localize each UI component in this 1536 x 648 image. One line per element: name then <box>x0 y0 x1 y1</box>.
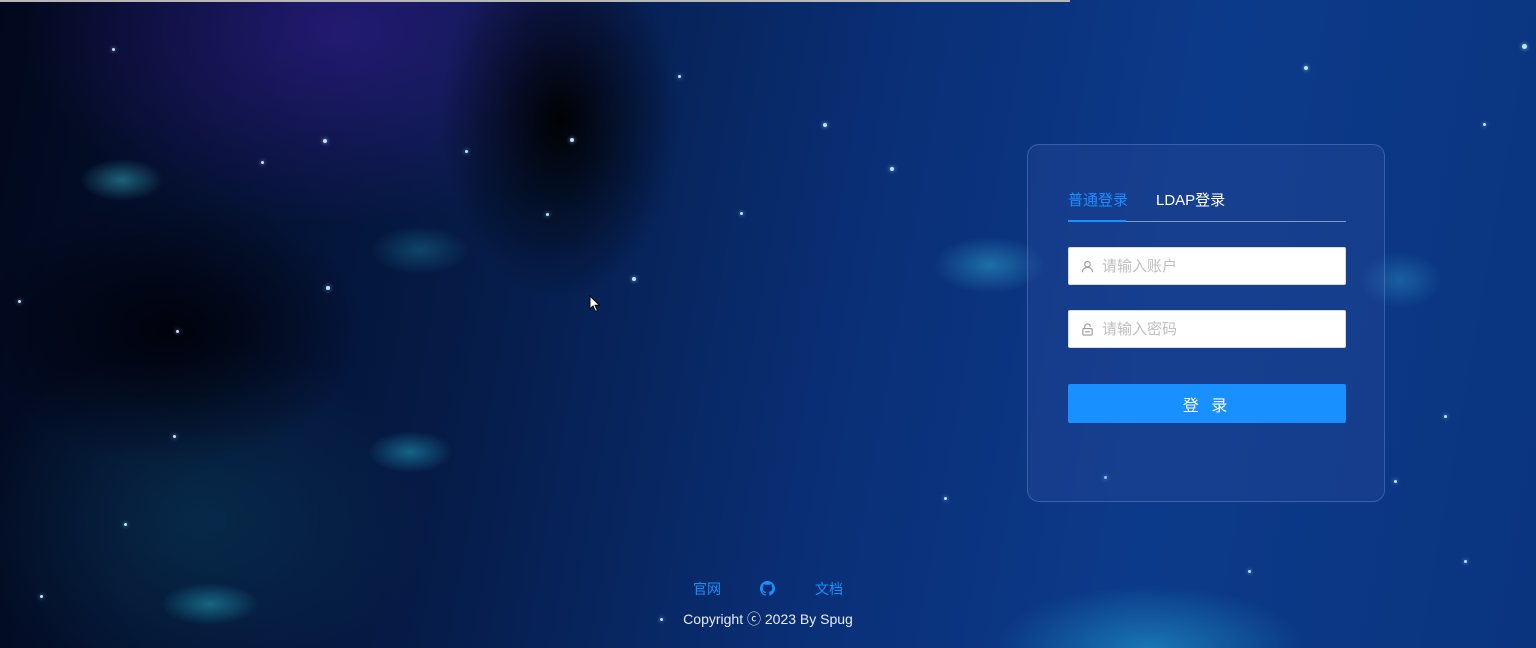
star <box>1304 66 1308 70</box>
tab-ldap-login[interactable]: LDAP登录 <box>1156 189 1225 210</box>
star <box>1444 415 1447 418</box>
star <box>112 48 115 51</box>
github-icon[interactable] <box>760 581 775 596</box>
star <box>1464 560 1467 563</box>
login-tabs: 普通登录 LDAP登录 <box>1068 183 1346 222</box>
lock-icon <box>1080 322 1094 336</box>
star <box>124 523 127 526</box>
docs-link[interactable]: 文档 <box>815 579 843 599</box>
login-card: 普通登录 LDAP登录 登 录 <box>1027 144 1385 502</box>
star <box>326 286 330 290</box>
star <box>740 212 743 215</box>
star <box>570 138 574 142</box>
star <box>261 161 264 164</box>
star <box>632 277 636 281</box>
password-input[interactable] <box>1102 311 1345 347</box>
star <box>546 213 549 216</box>
star <box>465 150 468 153</box>
star <box>173 435 176 438</box>
password-field[interactable] <box>1068 310 1346 348</box>
user-icon <box>1080 259 1094 273</box>
tab-active-indicator <box>1068 220 1126 222</box>
footer-links: 官网 文档 <box>0 579 1536 599</box>
star <box>823 123 827 127</box>
star <box>176 330 179 333</box>
copyright-text: Copyright ⓒ 2023 By Spug <box>683 611 853 627</box>
official-site-link[interactable]: 官网 <box>693 579 721 599</box>
star <box>890 167 894 171</box>
username-input[interactable] <box>1102 248 1345 284</box>
tab-normal-login[interactable]: 普通登录 <box>1068 189 1128 210</box>
star <box>1394 480 1397 483</box>
star <box>1522 44 1527 49</box>
login-button[interactable]: 登 录 <box>1068 384 1346 423</box>
star <box>1248 570 1251 573</box>
star <box>323 139 327 143</box>
top-border-line <box>0 0 1070 2</box>
star <box>18 300 21 303</box>
mouse-cursor-icon <box>589 295 601 313</box>
star <box>678 75 681 78</box>
star <box>1483 123 1486 126</box>
star <box>944 497 947 500</box>
username-field[interactable] <box>1068 247 1346 285</box>
